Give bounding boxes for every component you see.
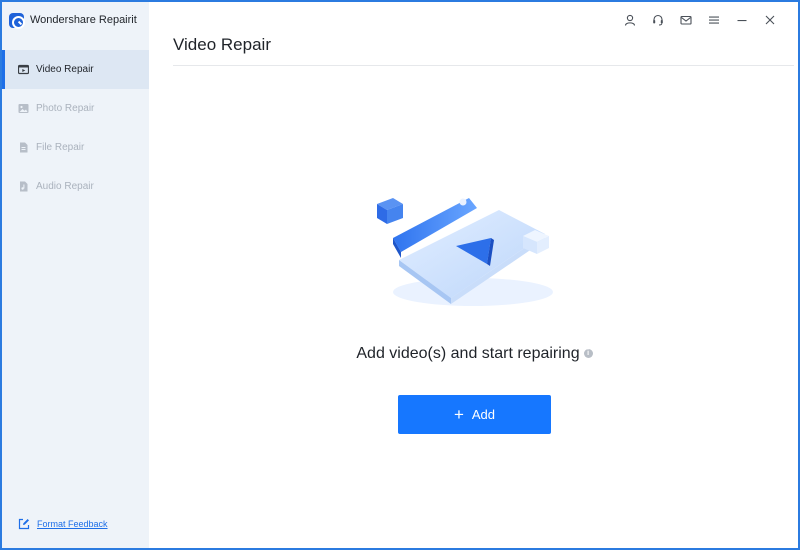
user-icon bbox=[624, 14, 636, 26]
sidebar-item-label: Audio Repair bbox=[36, 180, 94, 192]
app-logo-icon bbox=[9, 12, 25, 29]
info-icon[interactable]: i bbox=[583, 349, 593, 358]
close-icon bbox=[765, 15, 775, 25]
video-icon bbox=[17, 64, 30, 75]
sidebar-item-label: Photo Repair bbox=[36, 102, 95, 114]
close-button[interactable] bbox=[756, 11, 784, 29]
menu-icon bbox=[709, 16, 719, 24]
photo-icon bbox=[18, 103, 29, 114]
add-video-button[interactable]: + Add bbox=[398, 395, 551, 434]
window-controls bbox=[616, 11, 784, 29]
sidebar-nav: Video Repair Photo Repair File Repair Au… bbox=[2, 50, 149, 206]
format-feedback-label: Format Feedback bbox=[37, 519, 108, 529]
menu-button[interactable] bbox=[700, 11, 728, 29]
support-button[interactable] bbox=[644, 11, 672, 29]
sidebar-item-video-repair[interactable]: Video Repair bbox=[2, 50, 149, 89]
sidebar-item-audio-repair[interactable]: Audio Repair bbox=[2, 167, 149, 206]
video-repair-illustration-icon bbox=[377, 198, 553, 306]
headline-text: Add video(s) and start repairing bbox=[356, 345, 580, 362]
file-icon bbox=[18, 142, 29, 153]
headset-icon bbox=[653, 14, 663, 26]
plus-icon: + bbox=[453, 405, 464, 424]
sidebar-item-file-repair[interactable]: File Repair bbox=[2, 128, 149, 167]
sidebar: Wondershare Repairit Video Repair Photo … bbox=[2, 2, 149, 548]
sidebar-item-label: File Repair bbox=[36, 141, 85, 153]
sidebar-item-label: Video Repair bbox=[36, 63, 94, 75]
add-button-label: Add bbox=[471, 407, 496, 422]
account-button[interactable] bbox=[616, 11, 644, 29]
format-feedback-link[interactable]: Format Feedback bbox=[18, 518, 108, 530]
messages-button[interactable] bbox=[672, 11, 700, 29]
minimize-button[interactable] bbox=[728, 11, 756, 29]
main-panel: Video Repair Add video(s) and start repa… bbox=[149, 2, 798, 548]
audio-icon bbox=[18, 181, 29, 192]
minimize-icon bbox=[737, 20, 747, 22]
sidebar-item-photo-repair[interactable]: Photo Repair bbox=[2, 89, 149, 128]
page-title: Video Repair bbox=[173, 35, 271, 54]
edit-icon bbox=[18, 518, 30, 530]
empty-state-headline: Add video(s) and start repairing i bbox=[149, 345, 798, 363]
mail-icon bbox=[680, 15, 692, 25]
app-title: Wondershare Repairit bbox=[30, 14, 137, 26]
title-divider bbox=[173, 65, 794, 66]
app-brand: Wondershare Repairit bbox=[2, 2, 149, 38]
app-window: Wondershare Repairit Video Repair Photo … bbox=[0, 0, 800, 550]
